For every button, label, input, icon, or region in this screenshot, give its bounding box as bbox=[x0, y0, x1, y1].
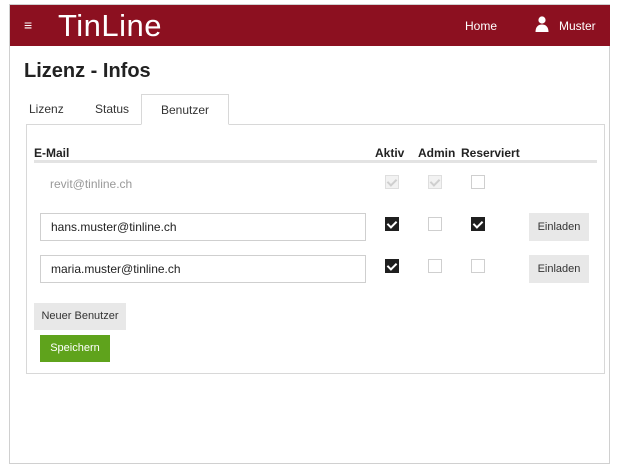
checkbox-aktiv-row-2[interactable] bbox=[385, 259, 399, 273]
checkbox-admin-row-2[interactable] bbox=[428, 259, 442, 273]
navbar: ≡ TinLine Home Muster bbox=[10, 5, 610, 46]
checkmark-icon bbox=[472, 218, 484, 229]
header-divider bbox=[34, 160, 597, 163]
checkmark-icon bbox=[429, 176, 441, 187]
checkbox-aktiv-row-0 bbox=[385, 175, 399, 189]
tab-benutzer[interactable]: Benutzer bbox=[141, 94, 229, 125]
checkmark-icon bbox=[386, 218, 398, 229]
save-button[interactable]: Speichern bbox=[40, 335, 110, 362]
checkbox-admin-row-0 bbox=[428, 175, 442, 189]
checkbox-admin-row-1[interactable] bbox=[428, 217, 442, 231]
page-title: Lizenz - Infos bbox=[24, 60, 151, 82]
brand-logo[interactable]: TinLine bbox=[58, 8, 162, 44]
tab-status[interactable]: Status bbox=[95, 100, 129, 124]
user-icon[interactable] bbox=[535, 16, 549, 32]
nav-user-link[interactable]: Muster bbox=[559, 19, 596, 33]
checkbox-reserviert-row-1[interactable] bbox=[471, 217, 485, 231]
nav-home-link[interactable]: Home bbox=[465, 19, 497, 33]
column-header-admin: Admin bbox=[418, 146, 456, 160]
email-field-row-2[interactable] bbox=[40, 255, 366, 283]
email-field-row-1[interactable] bbox=[40, 213, 366, 241]
tab-lizenz[interactable]: Lizenz bbox=[29, 100, 64, 124]
checkbox-reserviert-row-2[interactable] bbox=[471, 259, 485, 273]
checkmark-icon bbox=[386, 260, 398, 271]
checkbox-reserviert-row-0[interactable] bbox=[471, 175, 485, 189]
new-user-button[interactable]: Neuer Benutzer bbox=[34, 303, 126, 330]
column-header-reserviert: Reserviert bbox=[461, 146, 520, 160]
checkbox-aktiv-row-1[interactable] bbox=[385, 217, 399, 231]
column-header-aktiv: Aktiv bbox=[375, 146, 405, 160]
checkmark-icon bbox=[386, 176, 398, 187]
hamburger-menu-icon[interactable]: ≡ bbox=[24, 18, 32, 32]
column-header-email: E-Mail bbox=[34, 146, 70, 160]
user-email-static: revit@tinline.ch bbox=[50, 177, 133, 191]
invite-button-row-1[interactable]: Einladen bbox=[529, 213, 589, 241]
invite-button-row-2[interactable]: Einladen bbox=[529, 255, 589, 283]
